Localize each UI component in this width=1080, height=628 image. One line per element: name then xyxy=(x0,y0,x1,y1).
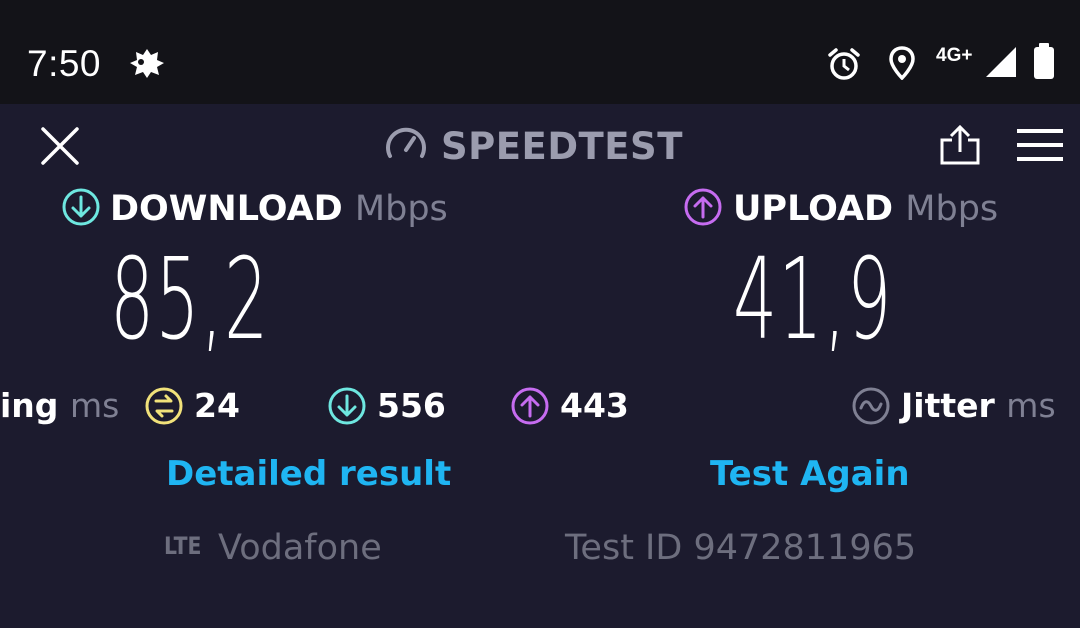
network-type-label: 4G+ xyxy=(936,45,973,66)
upload-ping-icon xyxy=(511,387,549,425)
alarm-icon xyxy=(828,48,860,80)
app-notification-icon xyxy=(130,49,164,78)
upload-label: UPLOAD xyxy=(733,189,894,229)
menu-icon[interactable] xyxy=(1017,128,1063,162)
battery-icon xyxy=(1034,43,1054,79)
share-icon[interactable] xyxy=(938,124,982,166)
upload-unit: Mbps xyxy=(905,189,999,229)
signal-icon xyxy=(986,47,1016,77)
location-icon xyxy=(889,46,915,80)
download-ping-icon xyxy=(328,387,366,425)
jitter-icon xyxy=(852,387,890,425)
download-icon xyxy=(62,188,100,226)
connection-type-label: LTE xyxy=(164,532,202,560)
upload-heading: UPLOAD Mbps xyxy=(733,188,998,230)
ping-label: ing xyxy=(0,386,59,425)
ping-metric: ing ms xyxy=(0,386,119,426)
download-label: DOWNLOAD xyxy=(110,189,343,229)
status-bar: 7:50 4G+ xyxy=(0,0,1080,104)
upload-icon xyxy=(684,188,722,226)
download-ping-value: 556 xyxy=(377,386,446,425)
app-title: SPEEDTEST xyxy=(441,125,683,168)
provider-name: Vodafone xyxy=(218,528,382,568)
speedometer-icon xyxy=(386,127,426,158)
jitter-unit: ms xyxy=(1006,386,1056,425)
download-speed-value: 85,2 xyxy=(110,235,270,365)
close-icon[interactable] xyxy=(40,126,80,166)
upload-speed-value: 41,9 xyxy=(733,235,893,365)
idle-ping-value: 24 xyxy=(194,386,240,425)
jitter-metric: Jitter ms xyxy=(901,386,1056,426)
jitter-label: Jitter xyxy=(901,386,995,425)
test-id: Test ID 9472811965 xyxy=(565,528,917,568)
download-unit: Mbps xyxy=(354,189,448,229)
upload-ping-value: 443 xyxy=(560,386,629,425)
download-heading: DOWNLOAD Mbps xyxy=(110,188,448,230)
test-again-link[interactable]: Test Again xyxy=(710,453,910,495)
ping-unit: ms xyxy=(69,386,120,425)
clock: 7:50 xyxy=(27,43,102,84)
idle-ping-icon xyxy=(145,387,183,425)
detailed-result-link[interactable]: Detailed result xyxy=(166,453,451,495)
